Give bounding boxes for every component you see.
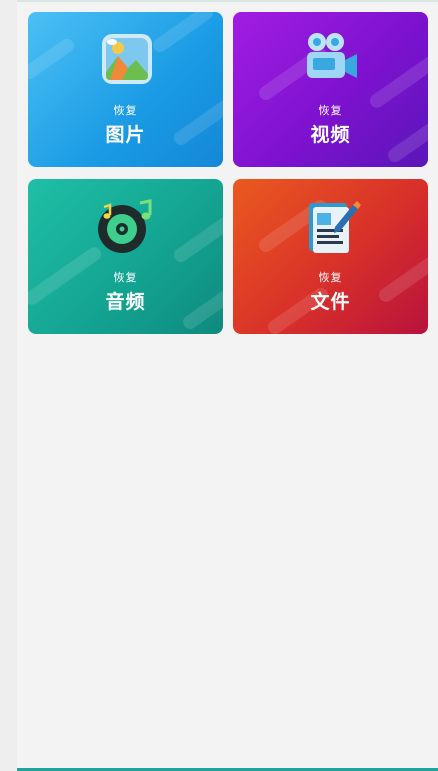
decor-stripe <box>171 207 223 265</box>
card-title: 图片 <box>105 124 146 146</box>
left-edge-strip <box>0 0 17 771</box>
card-title: 视频 <box>310 124 351 146</box>
card-title: 音频 <box>105 291 146 313</box>
video-camera-icon <box>306 33 357 78</box>
card-subtitle: 恢复 <box>113 104 138 117</box>
photo-gallery-icon <box>101 34 152 84</box>
music-disc-icon <box>97 199 151 253</box>
card-title: 文件 <box>310 291 351 313</box>
card-subtitle: 恢复 <box>113 271 138 284</box>
decor-stripe <box>150 12 216 55</box>
decor-stripe <box>28 36 77 82</box>
recover-files-card[interactable]: 恢复 文件 <box>233 179 428 334</box>
recover-photos-card[interactable]: 恢复 图片 <box>28 12 223 167</box>
recover-audio-card[interactable]: 恢复 音频 <box>28 179 223 334</box>
document-edit-icon <box>308 201 361 253</box>
top-divider <box>17 0 438 2</box>
card-subtitle: 恢复 <box>318 104 343 117</box>
card-subtitle: 恢复 <box>318 271 343 284</box>
recover-videos-card[interactable]: 恢复 视频 <box>233 12 428 167</box>
